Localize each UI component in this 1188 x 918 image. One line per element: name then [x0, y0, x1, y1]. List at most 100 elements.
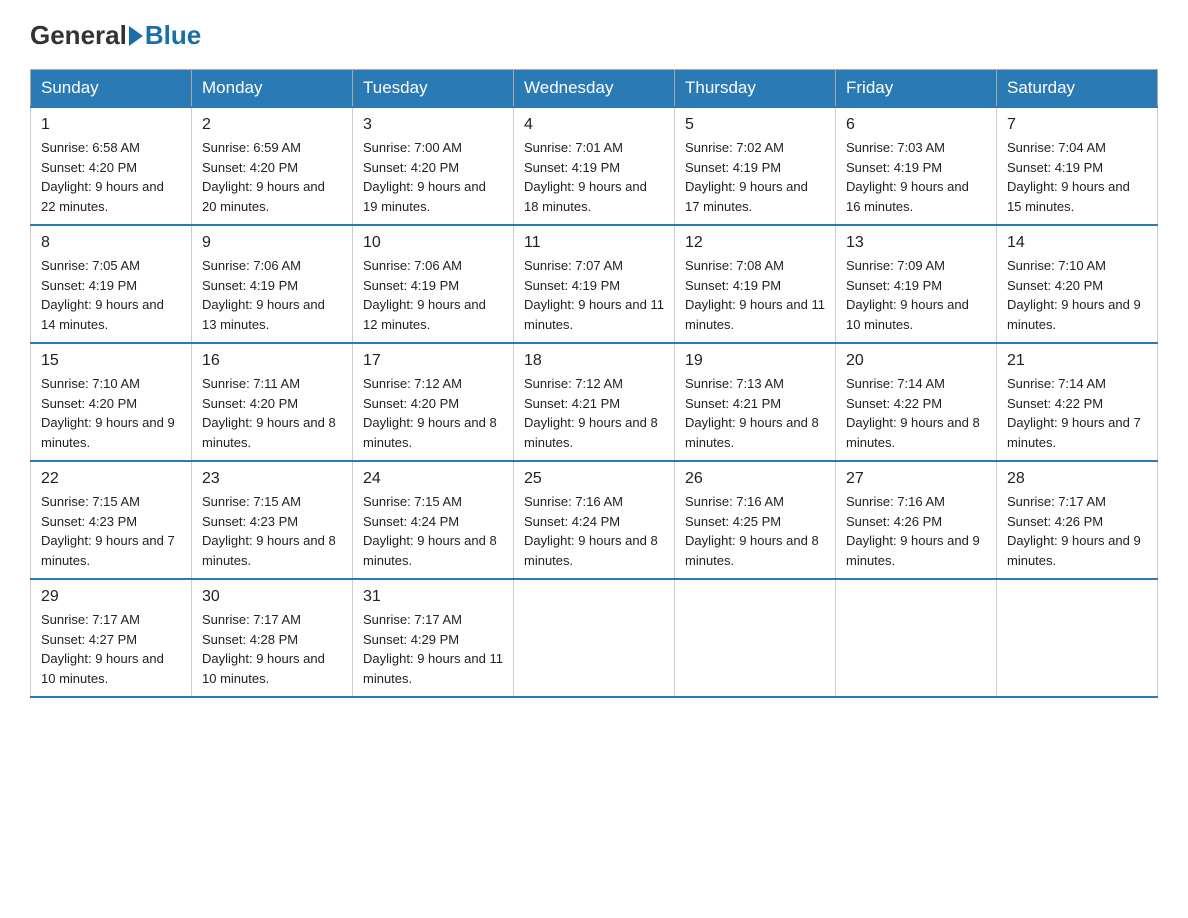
calendar-cell: 13 Sunrise: 7:09 AM Sunset: 4:19 PM Dayl…: [836, 225, 997, 343]
calendar-cell: 16 Sunrise: 7:11 AM Sunset: 4:20 PM Dayl…: [192, 343, 353, 461]
calendar-cell: 15 Sunrise: 7:10 AM Sunset: 4:20 PM Dayl…: [31, 343, 192, 461]
day-info: Sunrise: 7:15 AM Sunset: 4:23 PM Dayligh…: [41, 492, 181, 570]
day-number: 3: [363, 116, 503, 134]
calendar-cell: 28 Sunrise: 7:17 AM Sunset: 4:26 PM Dayl…: [997, 461, 1158, 579]
calendar-header-friday: Friday: [836, 70, 997, 108]
calendar-cell: 29 Sunrise: 7:17 AM Sunset: 4:27 PM Dayl…: [31, 579, 192, 697]
day-info: Sunrise: 7:01 AM Sunset: 4:19 PM Dayligh…: [524, 138, 664, 216]
day-info: Sunrise: 7:03 AM Sunset: 4:19 PM Dayligh…: [846, 138, 986, 216]
day-number: 26: [685, 470, 825, 488]
day-info: Sunrise: 7:17 AM Sunset: 4:29 PM Dayligh…: [363, 610, 503, 688]
logo: General Blue: [30, 20, 201, 51]
day-number: 5: [685, 116, 825, 134]
calendar-cell: 6 Sunrise: 7:03 AM Sunset: 4:19 PM Dayli…: [836, 107, 997, 225]
calendar-cell: [997, 579, 1158, 697]
day-number: 29: [41, 588, 181, 606]
calendar-cell: 31 Sunrise: 7:17 AM Sunset: 4:29 PM Dayl…: [353, 579, 514, 697]
calendar-cell: 26 Sunrise: 7:16 AM Sunset: 4:25 PM Dayl…: [675, 461, 836, 579]
calendar-cell: 23 Sunrise: 7:15 AM Sunset: 4:23 PM Dayl…: [192, 461, 353, 579]
calendar-header-wednesday: Wednesday: [514, 70, 675, 108]
day-info: Sunrise: 7:06 AM Sunset: 4:19 PM Dayligh…: [363, 256, 503, 334]
day-info: Sunrise: 7:15 AM Sunset: 4:24 PM Dayligh…: [363, 492, 503, 570]
calendar-header-row: SundayMondayTuesdayWednesdayThursdayFrid…: [31, 70, 1158, 108]
day-number: 7: [1007, 116, 1147, 134]
day-number: 30: [202, 588, 342, 606]
calendar-week-row-2: 8 Sunrise: 7:05 AM Sunset: 4:19 PM Dayli…: [31, 225, 1158, 343]
day-info: Sunrise: 7:10 AM Sunset: 4:20 PM Dayligh…: [1007, 256, 1147, 334]
calendar-cell: 20 Sunrise: 7:14 AM Sunset: 4:22 PM Dayl…: [836, 343, 997, 461]
calendar-cell: 27 Sunrise: 7:16 AM Sunset: 4:26 PM Dayl…: [836, 461, 997, 579]
logo-blue-text: Blue: [145, 20, 201, 51]
calendar-cell: [836, 579, 997, 697]
day-number: 9: [202, 234, 342, 252]
calendar-header-saturday: Saturday: [997, 70, 1158, 108]
calendar-cell: 21 Sunrise: 7:14 AM Sunset: 4:22 PM Dayl…: [997, 343, 1158, 461]
day-info: Sunrise: 7:15 AM Sunset: 4:23 PM Dayligh…: [202, 492, 342, 570]
calendar-header-thursday: Thursday: [675, 70, 836, 108]
calendar-cell: 8 Sunrise: 7:05 AM Sunset: 4:19 PM Dayli…: [31, 225, 192, 343]
day-info: Sunrise: 7:16 AM Sunset: 4:25 PM Dayligh…: [685, 492, 825, 570]
calendar-cell: 30 Sunrise: 7:17 AM Sunset: 4:28 PM Dayl…: [192, 579, 353, 697]
day-info: Sunrise: 7:13 AM Sunset: 4:21 PM Dayligh…: [685, 374, 825, 452]
calendar-cell: 7 Sunrise: 7:04 AM Sunset: 4:19 PM Dayli…: [997, 107, 1158, 225]
day-info: Sunrise: 7:09 AM Sunset: 4:19 PM Dayligh…: [846, 256, 986, 334]
calendar-cell: 1 Sunrise: 6:58 AM Sunset: 4:20 PM Dayli…: [31, 107, 192, 225]
calendar-cell: 14 Sunrise: 7:10 AM Sunset: 4:20 PM Dayl…: [997, 225, 1158, 343]
day-number: 4: [524, 116, 664, 134]
day-info: Sunrise: 6:58 AM Sunset: 4:20 PM Dayligh…: [41, 138, 181, 216]
calendar-header-monday: Monday: [192, 70, 353, 108]
day-number: 10: [363, 234, 503, 252]
day-info: Sunrise: 7:10 AM Sunset: 4:20 PM Dayligh…: [41, 374, 181, 452]
day-info: Sunrise: 7:14 AM Sunset: 4:22 PM Dayligh…: [1007, 374, 1147, 452]
day-number: 21: [1007, 352, 1147, 370]
day-info: Sunrise: 7:17 AM Sunset: 4:26 PM Dayligh…: [1007, 492, 1147, 570]
calendar-cell: [675, 579, 836, 697]
calendar-cell: 11 Sunrise: 7:07 AM Sunset: 4:19 PM Dayl…: [514, 225, 675, 343]
day-number: 6: [846, 116, 986, 134]
calendar-cell: 2 Sunrise: 6:59 AM Sunset: 4:20 PM Dayli…: [192, 107, 353, 225]
calendar-week-row-1: 1 Sunrise: 6:58 AM Sunset: 4:20 PM Dayli…: [31, 107, 1158, 225]
day-number: 13: [846, 234, 986, 252]
calendar-cell: 9 Sunrise: 7:06 AM Sunset: 4:19 PM Dayli…: [192, 225, 353, 343]
day-info: Sunrise: 6:59 AM Sunset: 4:20 PM Dayligh…: [202, 138, 342, 216]
day-info: Sunrise: 7:12 AM Sunset: 4:21 PM Dayligh…: [524, 374, 664, 452]
day-number: 22: [41, 470, 181, 488]
day-number: 14: [1007, 234, 1147, 252]
day-number: 8: [41, 234, 181, 252]
day-number: 23: [202, 470, 342, 488]
day-number: 24: [363, 470, 503, 488]
day-info: Sunrise: 7:04 AM Sunset: 4:19 PM Dayligh…: [1007, 138, 1147, 216]
calendar-cell: 18 Sunrise: 7:12 AM Sunset: 4:21 PM Dayl…: [514, 343, 675, 461]
day-info: Sunrise: 7:00 AM Sunset: 4:20 PM Dayligh…: [363, 138, 503, 216]
logo-arrow-icon: [129, 26, 143, 46]
day-number: 17: [363, 352, 503, 370]
calendar-cell: 4 Sunrise: 7:01 AM Sunset: 4:19 PM Dayli…: [514, 107, 675, 225]
calendar-cell: [514, 579, 675, 697]
day-info: Sunrise: 7:16 AM Sunset: 4:24 PM Dayligh…: [524, 492, 664, 570]
day-number: 27: [846, 470, 986, 488]
calendar-header-sunday: Sunday: [31, 70, 192, 108]
day-number: 19: [685, 352, 825, 370]
day-number: 20: [846, 352, 986, 370]
day-info: Sunrise: 7:11 AM Sunset: 4:20 PM Dayligh…: [202, 374, 342, 452]
calendar-week-row-5: 29 Sunrise: 7:17 AM Sunset: 4:27 PM Dayl…: [31, 579, 1158, 697]
day-number: 12: [685, 234, 825, 252]
calendar-week-row-4: 22 Sunrise: 7:15 AM Sunset: 4:23 PM Dayl…: [31, 461, 1158, 579]
day-info: Sunrise: 7:02 AM Sunset: 4:19 PM Dayligh…: [685, 138, 825, 216]
day-info: Sunrise: 7:17 AM Sunset: 4:27 PM Dayligh…: [41, 610, 181, 688]
day-number: 11: [524, 234, 664, 252]
calendar-cell: 10 Sunrise: 7:06 AM Sunset: 4:19 PM Dayl…: [353, 225, 514, 343]
calendar-cell: 5 Sunrise: 7:02 AM Sunset: 4:19 PM Dayli…: [675, 107, 836, 225]
calendar-header-tuesday: Tuesday: [353, 70, 514, 108]
calendar-cell: 19 Sunrise: 7:13 AM Sunset: 4:21 PM Dayl…: [675, 343, 836, 461]
day-info: Sunrise: 7:14 AM Sunset: 4:22 PM Dayligh…: [846, 374, 986, 452]
calendar-cell: 25 Sunrise: 7:16 AM Sunset: 4:24 PM Dayl…: [514, 461, 675, 579]
day-info: Sunrise: 7:17 AM Sunset: 4:28 PM Dayligh…: [202, 610, 342, 688]
day-info: Sunrise: 7:05 AM Sunset: 4:19 PM Dayligh…: [41, 256, 181, 334]
day-number: 2: [202, 116, 342, 134]
day-number: 25: [524, 470, 664, 488]
day-number: 16: [202, 352, 342, 370]
calendar-cell: 12 Sunrise: 7:08 AM Sunset: 4:19 PM Dayl…: [675, 225, 836, 343]
day-info: Sunrise: 7:08 AM Sunset: 4:19 PM Dayligh…: [685, 256, 825, 334]
day-number: 15: [41, 352, 181, 370]
